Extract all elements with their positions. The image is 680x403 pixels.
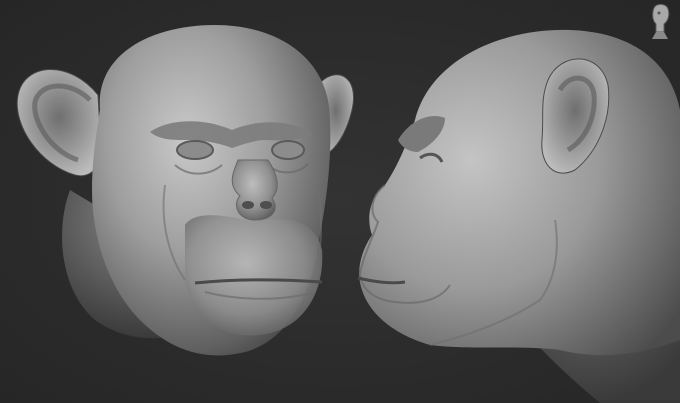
front-muzzle: [185, 215, 323, 336]
scene-canvas[interactable]: [0, 0, 680, 403]
head-orientation-gizmo-icon[interactable]: [646, 2, 674, 40]
front-right-eye: [271, 140, 305, 160]
front-nose: [231, 159, 278, 221]
side-cranium: [359, 29, 680, 356]
front-left-nostril: [242, 201, 254, 209]
front-left-eye: [176, 140, 214, 160]
front-right-nostril: [260, 201, 272, 209]
sculpt-viewport[interactable]: [0, 0, 680, 403]
front-head-model[interactable]: [16, 25, 354, 356]
side-head-model[interactable]: [357, 29, 680, 403]
